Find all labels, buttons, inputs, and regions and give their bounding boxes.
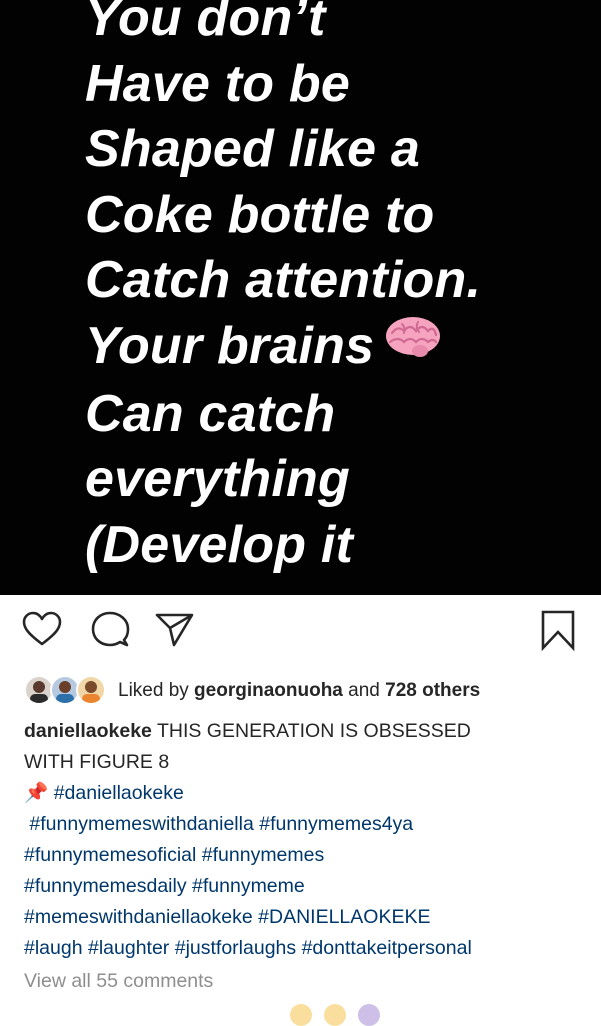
meme-line: Catch attention. bbox=[85, 251, 482, 309]
meme-line: Shaped like a bbox=[85, 120, 420, 178]
caption-text: THIS GENERATION IS OBSESSED bbox=[151, 720, 471, 742]
meme-line: You don’t bbox=[85, 0, 326, 47]
hashtag[interactable]: #memeswithdaniellaokeke bbox=[24, 906, 253, 928]
meme-line: Can catch bbox=[85, 384, 336, 443]
meme-line: Your brains bbox=[85, 316, 375, 375]
likes-text: Liked by georginaonuoha and 728 others bbox=[118, 680, 480, 702]
share-button[interactable] bbox=[152, 608, 196, 652]
save-button[interactable] bbox=[536, 608, 580, 652]
heart-icon bbox=[22, 611, 62, 646]
avatar bbox=[76, 675, 106, 705]
hashtag[interactable]: #laughter bbox=[88, 937, 169, 959]
hashtag[interactable]: #daniellaokeke bbox=[54, 782, 184, 804]
hashtag[interactable]: #funnymemeswithdaniella bbox=[29, 813, 253, 835]
hashtag[interactable]: #DANIELLAOKEKE bbox=[258, 906, 430, 928]
hashtag[interactable]: #justforlaughs bbox=[175, 937, 296, 959]
hashtag[interactable]: #funnymemesdaily bbox=[24, 875, 187, 897]
next-post-peek bbox=[290, 1004, 380, 1026]
caption-line: #memeswithdaniellaokeke #DANIELLAOKEKE bbox=[24, 902, 584, 933]
caption-line: #laugh #laughter #justforlaughs #donttak… bbox=[24, 933, 584, 964]
post-image[interactable]: You don’t Have to be Shaped like a Coke … bbox=[0, 0, 601, 595]
hashtag[interactable]: #funnymeme bbox=[192, 875, 305, 897]
peek-dot bbox=[290, 1004, 312, 1026]
likes-row[interactable]: Liked by georginaonuoha and 728 others bbox=[24, 674, 480, 708]
meme-line: Have to be bbox=[85, 54, 350, 113]
likes-others-count[interactable]: 728 others bbox=[385, 680, 480, 701]
hashtag[interactable]: #laugh bbox=[24, 937, 83, 959]
caption-text: WITH FIGURE 8 bbox=[24, 751, 170, 773]
pin-emoji-icon: 📌 bbox=[24, 782, 49, 804]
hashtag[interactable]: #donttakeitpersonal bbox=[302, 937, 472, 959]
liker-username[interactable]: georginaonuoha bbox=[194, 680, 343, 701]
paper-plane-icon bbox=[155, 613, 194, 647]
meme-line: Coke bottle to bbox=[85, 185, 435, 244]
caption-line: #funnymemeswithdaniella #funnymemes4ya bbox=[24, 809, 584, 840]
caption-line: #funnymemesdaily #funnymeme bbox=[24, 871, 584, 902]
like-button[interactable] bbox=[20, 608, 64, 652]
caption-username[interactable]: daniellaokeke bbox=[24, 720, 152, 742]
brain-emoji-icon bbox=[384, 312, 442, 378]
likes-middle: and bbox=[342, 680, 386, 701]
peek-dot bbox=[358, 1004, 380, 1026]
meme-line: everything bbox=[85, 450, 350, 509]
meme-line: (Develop it bbox=[85, 515, 354, 574]
view-all-comments-link[interactable]: View all 55 comments bbox=[24, 970, 213, 993]
comment-icon bbox=[91, 611, 130, 647]
caption: daniellaokeke THIS GENERATION IS OBSESSE… bbox=[24, 716, 584, 964]
liker-avatars bbox=[24, 674, 110, 708]
action-bar bbox=[0, 608, 601, 658]
hashtag[interactable]: #funnymemesoficial bbox=[24, 844, 196, 866]
comment-button[interactable] bbox=[88, 608, 132, 652]
caption-line: 📌 #daniellaokeke bbox=[24, 778, 584, 809]
caption-line: #funnymemesoficial #funnymemes bbox=[24, 840, 584, 871]
caption-line: daniellaokeke THIS GENERATION IS OBSESSE… bbox=[24, 716, 584, 747]
hashtag[interactable]: #funnymemes bbox=[202, 844, 324, 866]
meme-line-with-emoji: Your brains bbox=[85, 314, 585, 382]
bookmark-icon bbox=[541, 610, 575, 652]
likes-prefix: Liked by bbox=[118, 680, 195, 701]
hashtag[interactable]: #funnymemes4ya bbox=[259, 813, 413, 835]
meme-text: You don’t Have to be Shaped like a Coke … bbox=[85, 0, 585, 578]
peek-dot bbox=[324, 1004, 346, 1026]
